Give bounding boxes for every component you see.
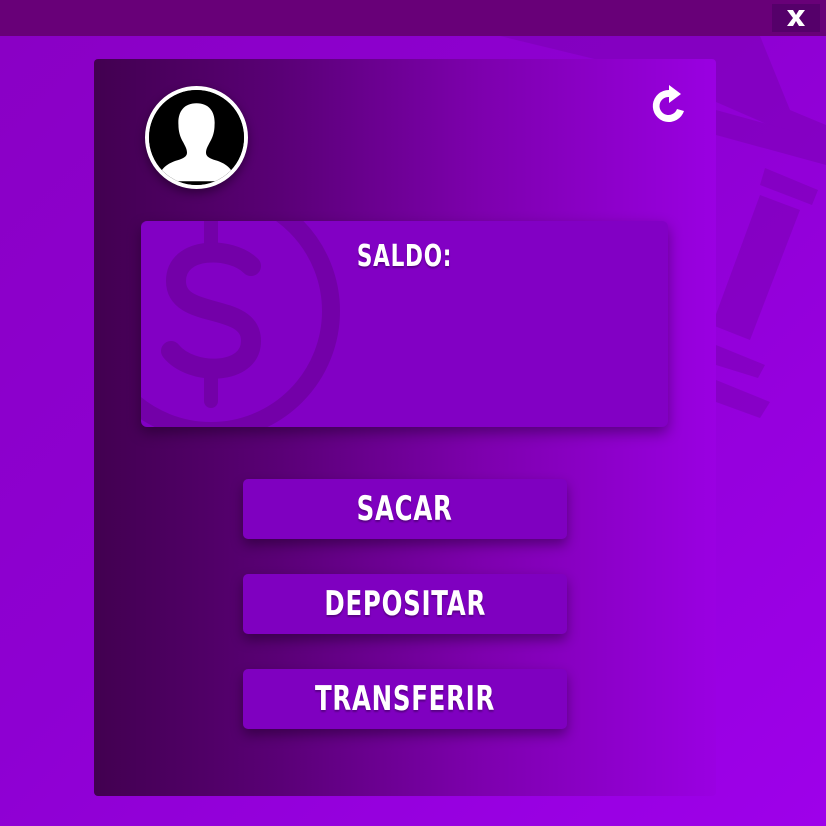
close-icon: [787, 10, 805, 26]
close-button[interactable]: [772, 4, 820, 32]
balance-label: SALDO:: [356, 239, 453, 274]
transfer-button[interactable]: TRANSFERIR: [243, 669, 567, 729]
deposit-button-label: DEPOSITAR: [324, 584, 486, 624]
withdraw-button[interactable]: SACAR: [243, 479, 567, 539]
transfer-button-label: TRANSFERIR: [314, 679, 496, 719]
avatar: [145, 86, 248, 189]
refresh-button[interactable]: [648, 85, 690, 127]
deposit-button[interactable]: DEPOSITAR: [243, 574, 567, 634]
balance-card: SALDO:: [141, 221, 668, 427]
user-silhouette-icon: [149, 90, 244, 185]
bank-panel: SALDO: SACAR DEPOSITAR TRANSFERIR: [94, 59, 716, 796]
withdraw-button-label: SACAR: [357, 489, 453, 529]
title-bar: [0, 0, 826, 36]
refresh-icon: [652, 85, 684, 122]
